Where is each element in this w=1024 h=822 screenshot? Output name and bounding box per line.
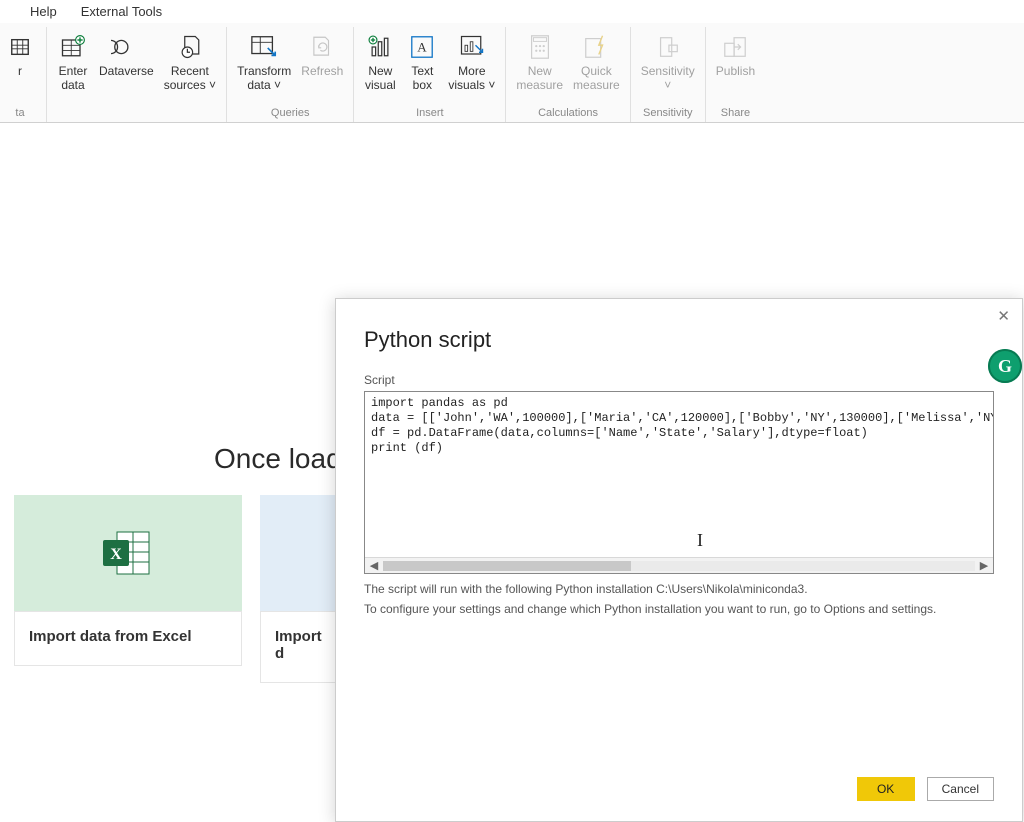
card-title: Import data from Excel bbox=[14, 611, 242, 666]
close-icon[interactable]: ✕ bbox=[997, 307, 1010, 325]
enter-data-button[interactable]: Enter data bbox=[53, 29, 93, 105]
report-canvas: Once loade X Import data from Excel Impo… bbox=[0, 123, 1024, 798]
dialog-title: Python script bbox=[364, 327, 994, 353]
excel-icon: X bbox=[103, 530, 153, 576]
script-textarea[interactable]: import pandas as pd data = [['John','WA'… bbox=[365, 392, 993, 456]
group-label-insert: Insert bbox=[416, 105, 444, 122]
ribbon-label: New measure bbox=[516, 65, 563, 93]
publish-button: Publish bbox=[712, 29, 759, 105]
scroll-left-icon[interactable]: ◀ bbox=[365, 558, 383, 574]
group-label-sensitivity: Sensitivity bbox=[643, 105, 693, 122]
grammarly-icon[interactable]: G bbox=[988, 349, 1022, 383]
more-visuals-button[interactable]: More visuals ˅ bbox=[444, 29, 499, 105]
quick-measure-button: Quick measure bbox=[569, 29, 624, 105]
ribbon-group-label-ta: ta bbox=[15, 105, 24, 122]
new-visual-button[interactable]: New visual bbox=[360, 29, 400, 105]
ribbon-label: Text box bbox=[411, 65, 433, 93]
more-visuals-icon bbox=[456, 31, 488, 63]
ribbon-label: More visuals ˅ bbox=[448, 65, 495, 93]
table-icon bbox=[4, 31, 36, 63]
cancel-button[interactable]: Cancel bbox=[927, 777, 994, 801]
python-path-hint: The script will run with the following P… bbox=[364, 582, 994, 596]
enter-data-icon bbox=[57, 31, 89, 63]
ribbon-label: Refresh bbox=[301, 65, 343, 79]
sql-thumb bbox=[260, 495, 340, 611]
ribbon-label: Enter data bbox=[59, 65, 88, 93]
text-box-icon: A bbox=[406, 31, 438, 63]
ribbon-label: Recent sources ˅ bbox=[164, 65, 216, 93]
ribbon-label: Transform data ˅ bbox=[237, 65, 291, 93]
dataverse-button[interactable]: Dataverse bbox=[95, 29, 158, 105]
new-visual-icon bbox=[364, 31, 396, 63]
ribbon-group-calculations: New measure Quick measure Calculations bbox=[506, 27, 630, 122]
recent-sources-button[interactable]: Recent sources ˅ bbox=[160, 29, 220, 105]
sensitivity-icon bbox=[652, 31, 684, 63]
python-script-dialog: ✕ G Python script Script import pandas a… bbox=[335, 298, 1023, 822]
refresh-icon bbox=[306, 31, 338, 63]
text-cursor-icon: I bbox=[697, 530, 703, 551]
quick-measure-icon bbox=[580, 31, 612, 63]
scrollbar-thumb[interactable] bbox=[383, 561, 631, 571]
text-box-button[interactable]: A Text box bbox=[402, 29, 442, 105]
menu-help[interactable]: Help bbox=[30, 4, 57, 19]
script-field-label: Script bbox=[364, 373, 994, 387]
ribbon-label: Quick measure bbox=[573, 65, 620, 93]
ribbon-label: Publish bbox=[716, 65, 755, 79]
menubar: Help External Tools bbox=[0, 0, 1024, 23]
excel-thumb: X bbox=[14, 495, 242, 611]
ribbon-group-queries: Transform data ˅ Refresh Queries bbox=[227, 27, 354, 122]
menu-external-tools[interactable]: External Tools bbox=[81, 4, 162, 19]
dataverse-icon bbox=[110, 31, 142, 63]
ribbon: r ta Enter data Dataverse Recent sources… bbox=[0, 23, 1024, 123]
group-label-share: Share bbox=[721, 105, 750, 122]
transform-data-icon bbox=[248, 31, 280, 63]
ribbon-label: Sensitivity ˅ bbox=[641, 65, 695, 93]
ribbon-group-sensitivity: Sensitivity ˅ Sensitivity bbox=[631, 27, 706, 122]
ribbon-group-data: Enter data Dataverse Recent sources ˅ bbox=[47, 27, 227, 122]
ok-button[interactable]: OK bbox=[857, 777, 915, 801]
ribbon-group-share: Publish Share bbox=[706, 27, 765, 122]
card-import-sql[interactable]: Import d bbox=[260, 495, 340, 683]
ribbon-label: Dataverse bbox=[99, 65, 154, 79]
new-measure-icon bbox=[524, 31, 556, 63]
horizontal-scrollbar[interactable]: ◀ ▶ bbox=[365, 557, 993, 573]
group-label-queries: Queries bbox=[271, 105, 310, 122]
script-textarea-container: import pandas as pd data = [['John','WA'… bbox=[364, 391, 994, 574]
refresh-button: Refresh bbox=[297, 29, 347, 105]
svg-text:X: X bbox=[110, 546, 122, 563]
sensitivity-button: Sensitivity ˅ bbox=[637, 29, 699, 105]
ribbon-group-partial-left: r ta bbox=[0, 27, 47, 122]
card-title: Import d bbox=[260, 611, 340, 683]
ribbon-label: r bbox=[18, 65, 22, 79]
recent-sources-icon bbox=[174, 31, 206, 63]
transform-data-button[interactable]: Transform data ˅ bbox=[233, 29, 295, 105]
ribbon-group-insert: New visual A Text box More visuals ˅ Ins… bbox=[354, 27, 506, 122]
ribbon-btn-partial[interactable]: r bbox=[0, 29, 40, 105]
scroll-right-icon[interactable]: ▶ bbox=[975, 558, 993, 574]
scrollbar-track[interactable] bbox=[383, 561, 975, 571]
new-measure-button: New measure bbox=[512, 29, 567, 105]
publish-icon bbox=[719, 31, 751, 63]
configure-hint: To configure your settings and change wh… bbox=[364, 602, 994, 616]
ribbon-label: New visual bbox=[365, 65, 396, 93]
start-cards: X Import data from Excel Import d bbox=[14, 495, 340, 683]
card-import-excel[interactable]: X Import data from Excel bbox=[14, 495, 242, 683]
svg-text:A: A bbox=[418, 40, 428, 55]
group-label-calculations: Calculations bbox=[538, 105, 598, 122]
